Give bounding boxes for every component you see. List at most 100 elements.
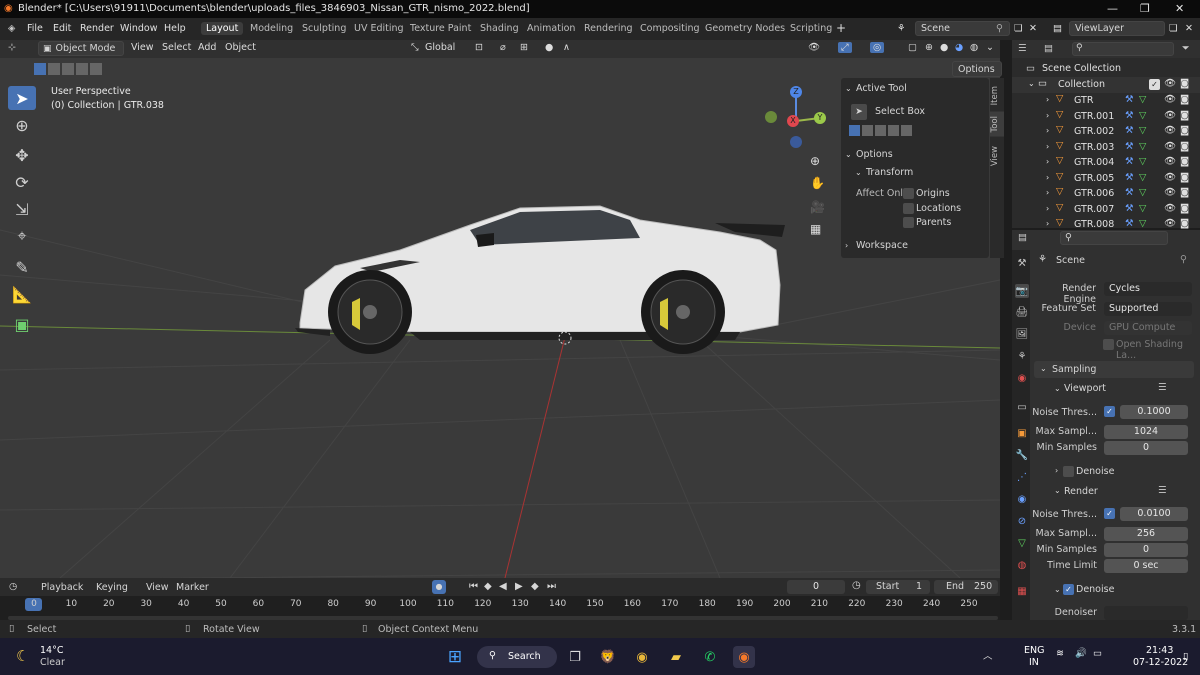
scene-collection-row[interactable]: ▭ Scene Collection: [1012, 61, 1200, 77]
delete-scene-icon[interactable]: ✕: [1029, 23, 1037, 34]
auto-keying-icon[interactable]: ●: [432, 580, 446, 594]
timeline-editor-icon[interactable]: ◷: [9, 581, 17, 592]
play-reverse-icon[interactable]: ◀: [499, 581, 507, 592]
time-limit-field[interactable]: 0 sec: [1104, 559, 1188, 573]
play-icon[interactable]: ▶: [515, 581, 523, 592]
render-engine-dropdown[interactable]: Cycles: [1104, 282, 1192, 296]
camera-icon[interactable]: ◙: [1180, 110, 1189, 121]
material-tab-icon[interactable]: ◍: [1015, 558, 1029, 572]
notification-icon[interactable]: ▯: [1183, 651, 1188, 662]
battery-icon[interactable]: ▭: [1093, 648, 1102, 659]
r-min-samples-field[interactable]: 0: [1104, 543, 1188, 557]
cursor-tool[interactable]: ⊕: [8, 113, 36, 137]
rotate-tool[interactable]: ⟳: [8, 170, 36, 194]
properties-editor-icon[interactable]: ▤: [1018, 232, 1027, 243]
eye-icon[interactable]: 👁: [1164, 78, 1176, 89]
options-header[interactable]: Options: [856, 149, 893, 160]
outliner-search[interactable]: ⚲: [1072, 42, 1174, 56]
options-dropdown[interactable]: Options: [952, 61, 1002, 77]
object-tab-icon[interactable]: ▣: [1015, 426, 1029, 440]
zoom-icon[interactable]: ⊕: [810, 154, 820, 168]
eye-icon[interactable]: 👁: [1164, 125, 1176, 136]
eye-icon[interactable]: 👁: [1164, 156, 1176, 167]
eye-icon[interactable]: 👁: [1164, 218, 1176, 229]
annotate-tool[interactable]: ✎: [8, 255, 36, 279]
move-tool[interactable]: ✥: [8, 143, 36, 167]
select-box-tool[interactable]: ➤: [8, 86, 36, 110]
camera-icon[interactable]: ◙: [1180, 94, 1189, 105]
blender-taskbar-icon[interactable]: ◉: [733, 646, 755, 668]
show-hidden-icons[interactable]: ︿: [983, 648, 993, 662]
scene-icon[interactable]: ⚘: [897, 23, 906, 34]
overlay-toggle-icon[interactable]: ◎: [870, 42, 885, 53]
tab-scripting[interactable]: Scripting: [785, 22, 837, 35]
view-layer-tab-icon[interactable]: 🖼: [1015, 327, 1029, 341]
pan-hand-icon[interactable]: ✋: [810, 176, 825, 190]
eye-icon[interactable]: 👁: [1164, 110, 1176, 121]
select-subtract-icon[interactable]: [62, 63, 74, 75]
workspace-header[interactable]: Workspace: [856, 240, 908, 251]
expand-icon[interactable]: ›: [1046, 173, 1049, 182]
display-mode-icon[interactable]: ▤: [1044, 43, 1053, 54]
render-subpanel[interactable]: Render: [1064, 486, 1098, 497]
volume-icon[interactable]: 🔊: [1075, 648, 1087, 659]
jump-end-icon[interactable]: ⏭: [547, 581, 556, 592]
tab-tool[interactable]: Tool: [990, 112, 1004, 137]
perspective-toggle-icon[interactable]: ▦: [810, 222, 821, 236]
proportional-edit-icon[interactable]: ●: [545, 42, 553, 53]
physics-tab-icon[interactable]: ◉: [1015, 492, 1029, 506]
viewport-presets-icon[interactable]: ☰: [1158, 382, 1167, 393]
texture-tab-icon[interactable]: ▦: [1015, 584, 1029, 598]
visibility-icon[interactable]: 👁: [808, 42, 820, 53]
tab-rendering[interactable]: Rendering: [579, 22, 638, 35]
clock-time[interactable]: 21:43: [1146, 645, 1173, 656]
snap-target-icon[interactable]: ⊞: [520, 42, 528, 53]
moon-weather-icon[interactable]: ☾: [16, 647, 29, 665]
origins-checkbox[interactable]: [903, 188, 914, 199]
world-tab-icon[interactable]: ◉: [1015, 371, 1029, 385]
clock-date[interactable]: 07-12-2022: [1133, 657, 1188, 668]
particles-tab-icon[interactable]: ⋰: [1015, 470, 1029, 484]
output-tab-icon[interactable]: 🖨: [1015, 305, 1029, 319]
denoiser-dropdown[interactable]: [1104, 606, 1188, 620]
expand-icon[interactable]: ›: [1046, 219, 1049, 228]
device-dropdown[interactable]: GPU Compute: [1104, 321, 1192, 335]
transform-tool[interactable]: ⌖: [8, 224, 36, 248]
add-workspace-icon[interactable]: +: [836, 21, 846, 35]
select-new-icon[interactable]: [34, 63, 46, 75]
menu-render[interactable]: Render: [80, 23, 114, 34]
viewport-subpanel[interactable]: Viewport: [1064, 383, 1106, 394]
jump-keyframe-forward-icon[interactable]: ◆: [531, 581, 539, 592]
editor-type-icon[interactable]: ⊹: [8, 42, 16, 53]
outliner-item[interactable]: › ▽ GTR ⚒ ▽ 👁 ◙: [1012, 93, 1200, 109]
chrome-icon[interactable]: ◉: [631, 646, 653, 668]
npanel-select-intersect-icon[interactable]: [901, 125, 912, 136]
camera-icon[interactable]: ◙: [1180, 187, 1189, 198]
outliner-item[interactable]: › ▽ GTR.006 ⚒ ▽ 👁 ◙: [1012, 186, 1200, 202]
tab-compositing[interactable]: Compositing: [635, 22, 705, 35]
data-tab-icon[interactable]: ▽: [1015, 536, 1029, 550]
gizmo-y-axis[interactable]: Y: [814, 112, 826, 124]
vp-min-samples-field[interactable]: 0: [1104, 441, 1188, 455]
options-collapse-icon[interactable]: ⌄: [845, 150, 852, 159]
jump-start-icon[interactable]: ⏮: [469, 581, 478, 592]
denoise-collapse-icon[interactable]: ⌄: [1054, 585, 1061, 594]
menu-window[interactable]: Window: [120, 23, 157, 34]
viewport-collapse-icon[interactable]: ⌄: [1054, 384, 1061, 393]
camera-icon[interactable]: ◙: [1180, 203, 1189, 214]
wireframe-shading-icon[interactable]: ⊕: [925, 42, 933, 53]
camera-icon[interactable]: ◙: [1180, 78, 1189, 89]
expand-icon[interactable]: ›: [1046, 204, 1049, 213]
parents-checkbox[interactable]: [903, 217, 914, 228]
select-invert-icon[interactable]: [76, 63, 88, 75]
outliner-item[interactable]: › ▽ GTR.003 ⚒ ▽ 👁 ◙: [1012, 140, 1200, 156]
eye-icon[interactable]: 👁: [1164, 141, 1176, 152]
start-frame-field[interactable]: Start 1: [866, 580, 930, 594]
eye-icon[interactable]: 👁: [1164, 187, 1176, 198]
end-frame-field[interactable]: End 250: [934, 580, 998, 594]
outliner-item[interactable]: › ▽ GTR.001 ⚒ ▽ 👁 ◙: [1012, 109, 1200, 125]
whatsapp-icon[interactable]: ✆: [699, 646, 721, 668]
copy-scene-icon[interactable]: ❏: [1014, 23, 1023, 34]
mode-dropdown[interactable]: ▣ Object Mode: [38, 41, 124, 56]
close-icon[interactable]: ✕: [1175, 2, 1184, 15]
